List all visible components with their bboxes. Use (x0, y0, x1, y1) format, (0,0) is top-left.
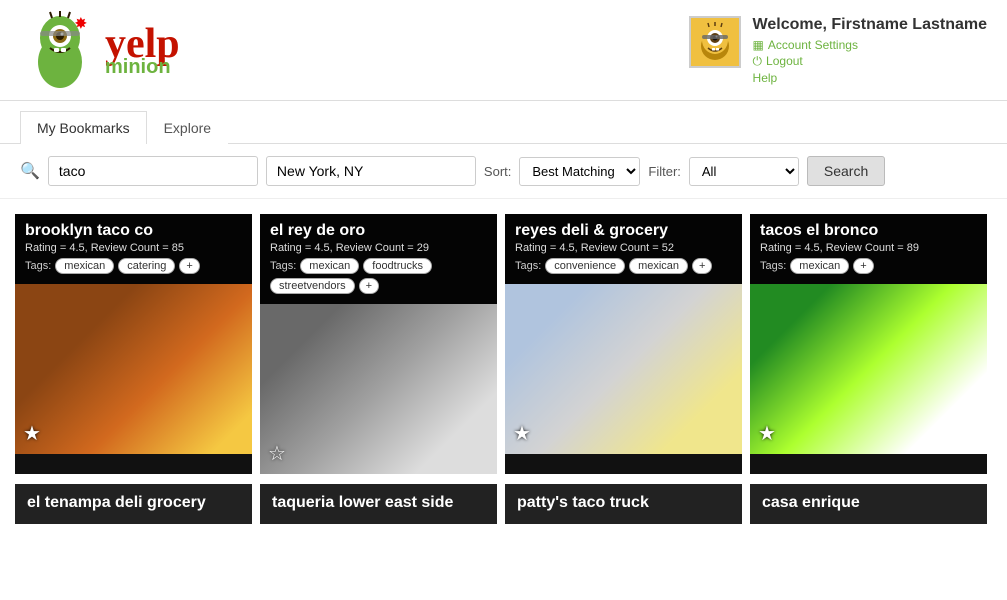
tags-label: Tags: (25, 260, 51, 272)
card-image: ★ (15, 284, 252, 454)
card-info: tacos el bronco Rating = 4.5, Review Cou… (750, 214, 987, 284)
card-info: reyes deli & grocery Rating = 4.5, Revie… (505, 214, 742, 284)
location-input[interactable] (266, 156, 476, 186)
avatar (689, 16, 741, 68)
card-rating: Rating = 4.5, Review Count = 85 (25, 242, 242, 254)
power-icon: ⏻ (753, 54, 763, 69)
account-settings-link[interactable]: ▦ Account Settings (753, 38, 987, 52)
result-card[interactable]: tacos el bronco Rating = 4.5, Review Cou… (750, 214, 987, 474)
card-image: ★ (750, 284, 987, 454)
tag: mexican (55, 258, 114, 274)
tag-add-button[interactable]: + (853, 258, 873, 274)
tags-label: Tags: (760, 260, 786, 272)
bottom-cards-row: el tenampa deli grocerytaqueria lower ea… (0, 484, 1007, 534)
card-name: el rey de oro (270, 222, 487, 240)
logo-area: ✸ yelp minion (20, 10, 180, 90)
tag: mexican (629, 258, 688, 274)
tag-add-button[interactable]: + (692, 258, 712, 274)
bookmark-icon[interactable]: ★ (513, 421, 531, 446)
tag: mexican (300, 258, 359, 274)
search-input[interactable] (48, 156, 258, 186)
result-card[interactable]: brooklyn taco co Rating = 4.5, Review Co… (15, 214, 252, 474)
logo-svg: ✸ (20, 10, 100, 90)
bookmark-icon[interactable]: ★ (758, 421, 776, 446)
tag: mexican (790, 258, 849, 274)
search-bar: 🔍 Sort: Best Matching Rating Review Coun… (0, 144, 1007, 199)
card-rating: Rating = 4.5, Review Count = 52 (515, 242, 732, 254)
tags-label: Tags: (515, 260, 541, 272)
tag: catering (118, 258, 175, 274)
card-image: ★ (505, 284, 742, 454)
tag: convenience (545, 258, 625, 274)
header: ✸ yelp minion (0, 0, 1007, 101)
svg-text:✸: ✸ (74, 15, 87, 31)
logo-sub-text: minion (105, 57, 180, 77)
bookmark-icon[interactable]: ★ (23, 421, 41, 446)
card-rating: Rating = 4.5, Review Count = 89 (760, 242, 977, 254)
bookmark-icon[interactable]: ☆ (268, 441, 286, 466)
bottom-card[interactable]: patty's taco truck (505, 484, 742, 524)
welcome-text: Welcome, Firstname Lastname (753, 16, 987, 34)
search-button[interactable]: Search (807, 156, 885, 186)
card-name: reyes deli & grocery (515, 222, 732, 240)
sort-select[interactable]: Best Matching Rating Review Count Distan… (519, 157, 640, 186)
logout-link[interactable]: ⏻ Logout (753, 54, 987, 69)
card-image: ☆ (260, 304, 497, 474)
results-grid: brooklyn taco co Rating = 4.5, Review Co… (0, 204, 1007, 484)
tag-add-button[interactable]: + (359, 278, 379, 294)
search-icon: 🔍 (20, 161, 40, 181)
card-info: el rey de oro Rating = 4.5, Review Count… (260, 214, 497, 304)
card-name: tacos el bronco (760, 222, 977, 240)
user-info: Welcome, Firstname Lastname ▦ Account Se… (753, 16, 987, 85)
tab-explore[interactable]: Explore (147, 111, 228, 144)
user-links: ▦ Account Settings ⏻ Logout Help (753, 38, 987, 85)
card-tags: Tags: conveniencemexican + (515, 258, 732, 274)
tag-add-button[interactable]: + (179, 258, 199, 274)
bottom-card[interactable]: el tenampa deli grocery (15, 484, 252, 524)
user-area: Welcome, Firstname Lastname ▦ Account Se… (689, 16, 987, 85)
tag: foodtrucks (363, 258, 432, 274)
bottom-card[interactable]: taqueria lower east side (260, 484, 497, 524)
help-link[interactable]: Help (753, 71, 987, 85)
tag: streetvendors (270, 278, 355, 294)
result-card[interactable]: el rey de oro Rating = 4.5, Review Count… (260, 214, 497, 474)
card-rating: Rating = 4.5, Review Count = 29 (270, 242, 487, 254)
card-tags: Tags: mexican + (760, 258, 977, 274)
account-icon: ▦ (753, 38, 764, 52)
card-tags: Tags: mexicancatering + (25, 258, 242, 274)
tab-bookmarks[interactable]: My Bookmarks (20, 111, 147, 144)
tabs-bar: My Bookmarks Explore (0, 111, 1007, 144)
bottom-card[interactable]: casa enrique (750, 484, 987, 524)
result-card[interactable]: reyes deli & grocery Rating = 4.5, Revie… (505, 214, 742, 474)
filter-label: Filter: (648, 164, 681, 179)
card-name: brooklyn taco co (25, 222, 242, 240)
tags-label: Tags: (270, 260, 296, 272)
filter-select[interactable]: All Mexican Catering Food Trucks (689, 157, 799, 186)
card-tags: Tags: mexicanfoodtrucks streetvendors + (270, 258, 487, 294)
card-info: brooklyn taco co Rating = 4.5, Review Co… (15, 214, 252, 284)
sort-label: Sort: (484, 164, 511, 179)
